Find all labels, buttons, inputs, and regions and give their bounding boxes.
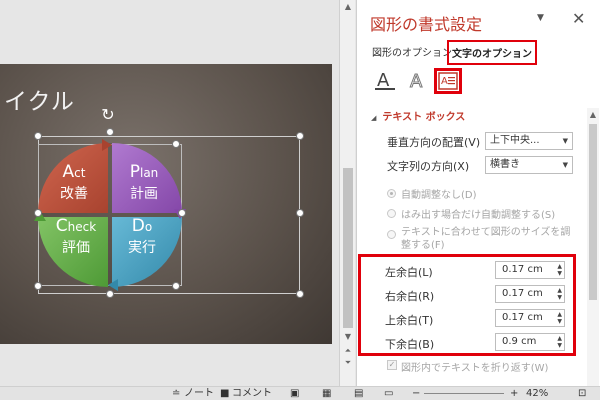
quadrant-plan-label: Plan 計画	[129, 162, 159, 202]
editor-vertical-scrollbar[interactable]: ▲ ▼ ⏶ ⏷	[339, 0, 355, 386]
resize-handle[interactable]	[34, 132, 42, 140]
spin-down-icon: ▼	[557, 270, 562, 277]
resize-handle[interactable]	[296, 209, 304, 217]
text-direction-label: 文字列の方向(X)	[387, 160, 470, 173]
text-fill-tab[interactable]: A	[371, 68, 399, 94]
spin-up-icon: ▲	[557, 263, 562, 270]
chevron-down-icon: ▼	[562, 137, 568, 145]
wrap-text-checkbox[interactable]: ✓	[387, 360, 397, 370]
left-margin-input[interactable]: 0.17 cm ▲ ▼	[495, 261, 565, 279]
slide-title[interactable]: イクル	[4, 82, 75, 116]
wrap-text-label: 図形内でテキストを折り返す(W)	[401, 363, 549, 374]
format-shape-pane: 図形の書式設定 ▼ ✕ 図形のオプション 文字のオプション A A A ◢ テキ…	[356, 0, 600, 386]
pane-scroll-thumb[interactable]	[589, 124, 597, 300]
normal-view-icon[interactable]: ▣	[290, 387, 299, 400]
top-margin-input[interactable]: 0.17 cm ▲ ▼	[495, 309, 565, 327]
notes-button[interactable]: ノート	[184, 387, 214, 400]
reading-view-icon[interactable]: ▤	[354, 387, 363, 400]
resize-handle[interactable]	[296, 290, 304, 298]
chevron-down-icon: ▼	[562, 161, 568, 169]
resize-handle[interactable]	[34, 282, 42, 290]
scroll-down-icon[interactable]: ▼	[342, 332, 354, 342]
resize-handle[interactable]	[296, 132, 304, 140]
resize-handle[interactable]	[34, 209, 42, 217]
comments-icon[interactable]: ■	[220, 387, 229, 400]
quadrant-do-label: Do 実行	[128, 216, 156, 256]
zoom-in-icon[interactable]: +	[510, 387, 518, 400]
zoom-slider[interactable]	[424, 393, 504, 394]
vertical-align-select[interactable]: 上下中央... ▼	[485, 132, 573, 150]
resize-handle[interactable]	[106, 128, 114, 136]
svg-text:A: A	[441, 76, 448, 87]
radio-autofit-none[interactable]	[387, 189, 396, 198]
rotate-handle-icon[interactable]: ↻	[99, 106, 117, 124]
text-effects-icon: A	[410, 71, 424, 93]
resize-handle[interactable]	[106, 290, 114, 298]
quadrant-check-label: Check 評価	[55, 216, 97, 256]
slide-sorter-icon[interactable]: ▦	[322, 387, 331, 400]
pane-options-icon[interactable]: ▼	[537, 13, 544, 23]
spin-up-icon: ▲	[557, 287, 562, 294]
tab-text-options[interactable]: 文字のオプション	[447, 40, 537, 65]
textbox-tab[interactable]: A	[434, 68, 462, 94]
resize-handle[interactable]	[172, 140, 180, 148]
section-textbox-header[interactable]: ◢ テキスト ボックス	[371, 108, 465, 123]
left-margin-label: 左余白(L)	[385, 266, 433, 279]
zoom-level[interactable]: 42%	[526, 387, 548, 400]
close-icon[interactable]: ✕	[572, 9, 585, 28]
pane-title: 図形の書式設定	[370, 15, 483, 34]
text-effects-tab[interactable]: A	[403, 68, 431, 94]
slide-editor: イクル ↻ Act 改善 Plan 計画 Check 評価 Do 実行	[0, 0, 336, 386]
spin-up-icon: ▲	[557, 335, 562, 342]
quadrant-act-label: Act 改善	[60, 162, 88, 202]
status-bar: ≐ ノート ■ コメント ▣ ▦ ▤ ▭ − + 42% ⊡	[0, 386, 600, 400]
resize-handle[interactable]	[178, 209, 186, 217]
text-direction-select[interactable]: 横書き ▼	[485, 156, 573, 174]
prev-slide-icon[interactable]: ⏶	[342, 346, 354, 356]
spin-down-icon: ▼	[557, 318, 562, 325]
spin-up-icon: ▲	[557, 311, 562, 318]
radio-shrink-on-overflow[interactable]	[387, 209, 396, 218]
powerpoint-window: イクル ↻ Act 改善 Plan 計画 Check 評価 Do 実行 ▲ ▼ …	[0, 0, 600, 400]
vertical-align-label: 垂直方向の配置(V)	[387, 136, 481, 149]
autofit-none-label: 自動調整なし(D)	[401, 190, 477, 201]
notes-icon[interactable]: ≐	[172, 387, 180, 400]
scroll-up-icon[interactable]: ▲	[587, 110, 599, 120]
collapse-triangle-icon: ◢	[371, 114, 377, 122]
top-margin-label: 上余白(T)	[385, 314, 434, 327]
scroll-up-icon[interactable]: ▲	[342, 2, 354, 12]
editor-scroll-thumb[interactable]	[343, 168, 353, 328]
tab-shape-options[interactable]: 図形のオプション	[372, 44, 452, 59]
text-fill-icon: A	[375, 70, 395, 91]
textbox-icon: A	[438, 72, 458, 90]
spin-down-icon: ▼	[557, 342, 562, 349]
right-margin-label: 右余白(R)	[385, 290, 435, 303]
slideshow-icon[interactable]: ▭	[384, 387, 393, 400]
resize-handle[interactable]	[172, 282, 180, 290]
zoom-out-icon[interactable]: −	[412, 387, 420, 400]
right-margin-input[interactable]: 0.17 cm ▲ ▼	[495, 285, 565, 303]
slide-canvas[interactable]: イクル ↻ Act 改善 Plan 計画 Check 評価 Do 実行	[0, 64, 332, 344]
bottom-margin-input[interactable]: 0.9 cm ▲ ▼	[495, 333, 565, 351]
bottom-margin-label: 下余白(B)	[385, 338, 435, 351]
comments-button[interactable]: コメント	[232, 387, 272, 400]
next-slide-icon[interactable]: ⏷	[342, 358, 354, 368]
pane-vertical-scrollbar[interactable]: ▲	[587, 108, 599, 386]
svg-text:A: A	[410, 71, 423, 92]
svg-text:A: A	[377, 70, 390, 91]
fit-slide-icon[interactable]: ⊡	[578, 387, 586, 400]
spin-down-icon: ▼	[557, 294, 562, 301]
radio-resize-shape[interactable]	[387, 230, 396, 239]
resize-shape-label: テキストに合わせて図形のサイズを調整する(F)	[401, 227, 571, 251]
shrink-on-overflow-label: はみ出す場合だけ自動調整する(S)	[401, 210, 556, 221]
